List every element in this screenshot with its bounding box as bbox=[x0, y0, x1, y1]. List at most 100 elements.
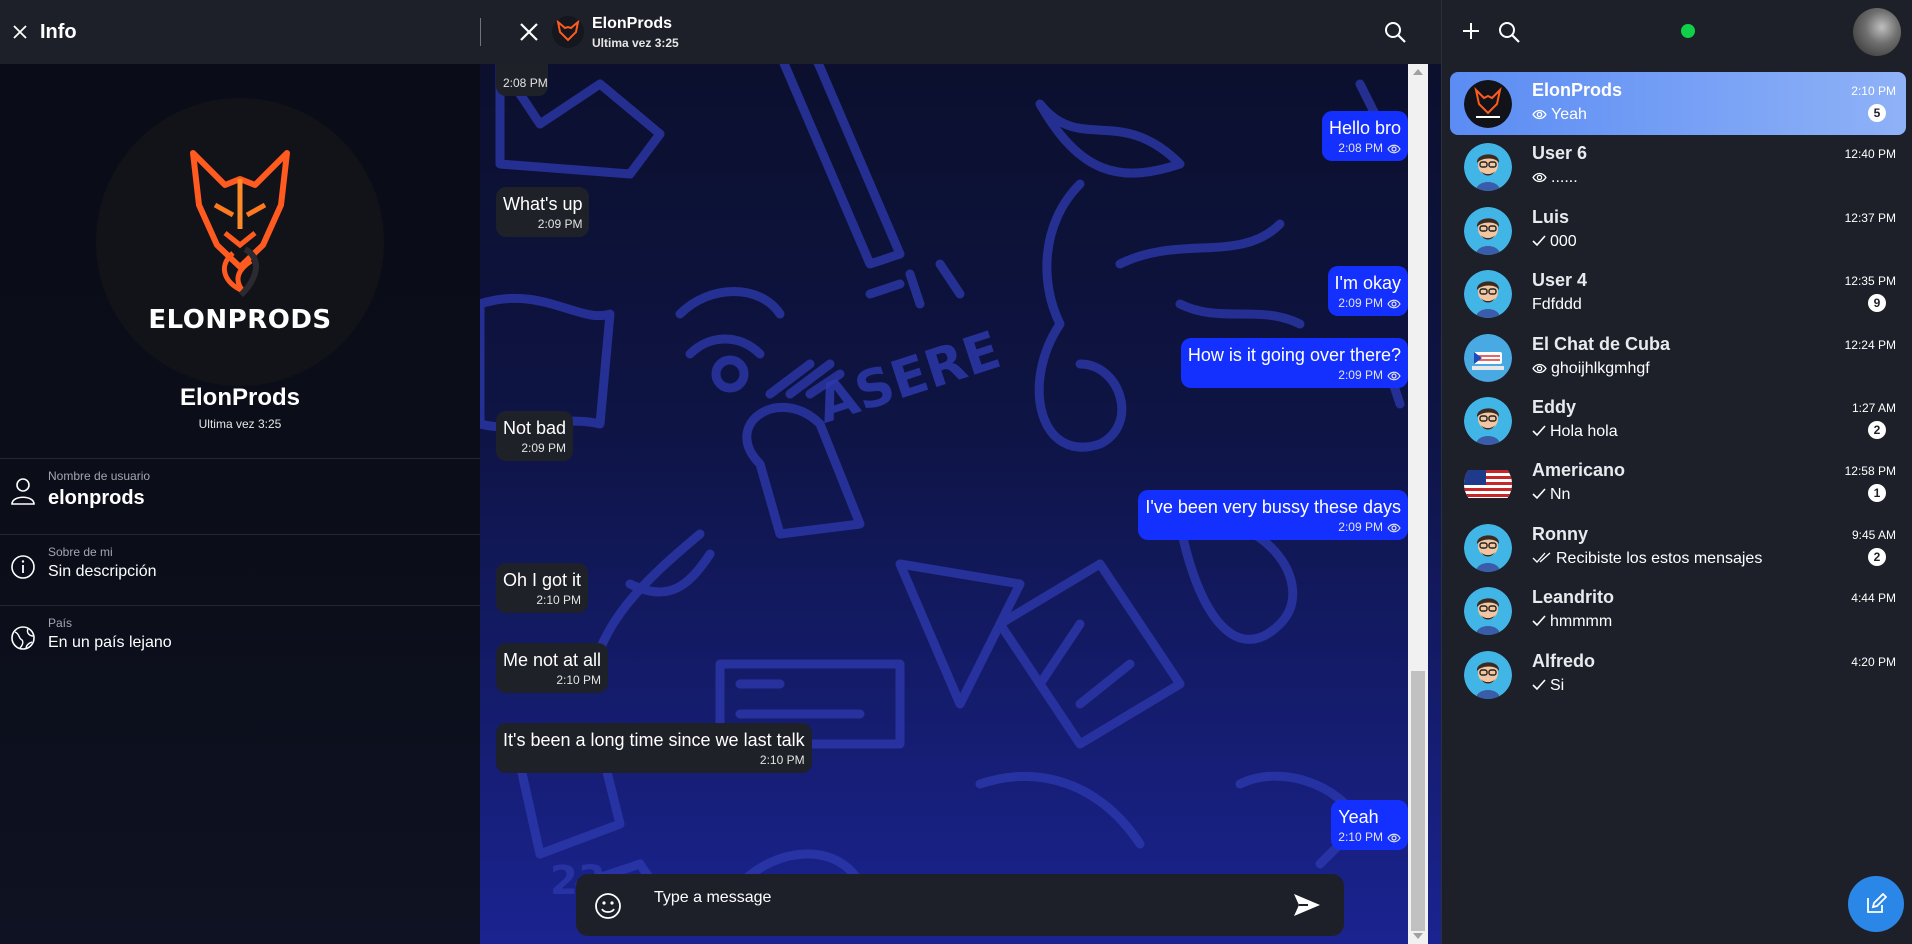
seen-eye-icon bbox=[1532, 107, 1547, 125]
contact-avatar-large[interactable]: ELONPRODS bbox=[96, 98, 384, 386]
chat-header-avatar[interactable] bbox=[552, 16, 584, 48]
messages-scrollbar[interactable] bbox=[1408, 64, 1428, 944]
contact-info-panel: Info ELONPRODS ElonProds Ultima vez 3:25… bbox=[0, 0, 480, 944]
chat-list-item[interactable]: User 6...... 12:40 PM bbox=[1450, 135, 1906, 198]
close-info-button[interactable] bbox=[0, 0, 40, 64]
chat-preview-text: 000 bbox=[1550, 232, 1577, 250]
chat-preview-text: hmmmm bbox=[1550, 613, 1613, 631]
message-outgoing[interactable]: How is it going over there? 2:09 PM bbox=[1180, 338, 1408, 388]
info-title: Info bbox=[40, 20, 77, 43]
message-time: 2:09 PM bbox=[1338, 368, 1383, 382]
message-time: 2:09 PM bbox=[521, 441, 567, 455]
message-time: 2:10 PM bbox=[536, 593, 582, 607]
check-icon bbox=[1532, 678, 1546, 696]
chat-name: Luis bbox=[1532, 206, 1570, 227]
chat-list-item[interactable]: Alfredo Si 4:20 PM bbox=[1450, 643, 1906, 706]
message-outgoing[interactable]: Yeah 2:10 PM bbox=[1331, 800, 1408, 850]
message-outgoing[interactable]: I've been very bussy these days 2:09 PM bbox=[1138, 490, 1408, 540]
unread-badge: 2 bbox=[1868, 420, 1886, 439]
double-check-icon bbox=[1532, 551, 1552, 569]
message-time: 2:09 PM bbox=[1338, 296, 1383, 310]
chat-preview: Recibiste los estos mensajes bbox=[1532, 550, 1762, 569]
info-row-value: En un país lejano bbox=[48, 634, 172, 651]
globe-icon bbox=[11, 626, 35, 650]
message-text: Oh I got it bbox=[503, 570, 582, 590]
header-divider bbox=[480, 18, 481, 46]
search-chats-button[interactable] bbox=[1497, 20, 1521, 44]
chat-list-item[interactable]: Luis 000 12:37 PM bbox=[1450, 199, 1906, 262]
group-avatar-icon bbox=[1464, 333, 1512, 382]
avatar-brand-text: ELONPRODS bbox=[148, 305, 332, 335]
message-input[interactable] bbox=[654, 886, 1214, 910]
info-row-username: Nombre de usuario elonprods bbox=[0, 458, 480, 534]
message-incoming[interactable]: Oh I got it 2:10 PM bbox=[496, 563, 589, 613]
new-chat-plus-button[interactable] bbox=[1460, 20, 1482, 42]
compose-fab-button[interactable] bbox=[1848, 876, 1904, 932]
chat-time: 12:40 PM bbox=[1844, 147, 1896, 162]
default-avatar-icon bbox=[1464, 396, 1512, 445]
chat-list-item[interactable]: ElonProds Yeah 2:10 PM 5 bbox=[1450, 72, 1906, 136]
message-composer bbox=[576, 874, 1344, 936]
message-outgoing[interactable]: I'm okay 2:09 PM bbox=[1327, 266, 1408, 316]
chat-preview-text: Fdfddd bbox=[1532, 296, 1582, 314]
chat-list-item[interactable]: Leandrito hmmmm 4:44 PM bbox=[1450, 579, 1906, 642]
message-meta: 2:09 PM bbox=[1335, 296, 1401, 310]
search-messages-button[interactable] bbox=[1383, 20, 1407, 44]
fox-logo-icon bbox=[1464, 80, 1512, 128]
scroll-up-arrow-icon[interactable] bbox=[1413, 69, 1423, 75]
chat-preview-text: ...... bbox=[1551, 169, 1578, 187]
chat-list-item[interactable]: User 4 Fdfddd 12:35 PM 9 bbox=[1450, 262, 1906, 325]
chat-avatar bbox=[1464, 396, 1512, 445]
message-incoming[interactable]: It's been a long time since we last talk… bbox=[496, 723, 812, 773]
scrollbar-thumb[interactable] bbox=[1411, 671, 1425, 931]
message-incoming[interactable]: What's up 2:09 PM bbox=[496, 187, 590, 237]
chat-preview: Fdfddd bbox=[1532, 296, 1582, 314]
chat-preview: ghoijhlkgmhgf bbox=[1532, 360, 1650, 379]
message-text: I'm okay bbox=[1334, 273, 1401, 293]
contact-last-seen: Ultima vez 3:25 bbox=[198, 417, 282, 431]
message-incoming[interactable]: Me not at all 2:10 PM bbox=[496, 643, 609, 693]
message-meta: 2:08 PM bbox=[1329, 141, 1401, 155]
info-row-country: País En un país lejano bbox=[0, 605, 480, 681]
message-time: 2:10 PM bbox=[556, 673, 602, 687]
info-icon bbox=[11, 555, 35, 579]
info-row-about: Sobre de mi Sin descripción bbox=[0, 534, 480, 610]
check-icon bbox=[1532, 234, 1546, 252]
profile-avatar[interactable] bbox=[1853, 8, 1901, 56]
seen-eye-icon bbox=[1387, 523, 1401, 533]
check-icon bbox=[1532, 424, 1546, 442]
chat-list-item[interactable]: Eddy Hola hola 1:27 AM 2 bbox=[1450, 389, 1906, 452]
default-avatar-icon bbox=[1464, 143, 1512, 192]
message-incoming[interactable]: Not bad 2:09 PM bbox=[496, 411, 574, 461]
chat-header-name[interactable]: ElonProds bbox=[592, 15, 672, 33]
emoji-button[interactable] bbox=[594, 892, 622, 920]
message-outgoing[interactable]: Hello bro 2:08 PM bbox=[1321, 111, 1408, 161]
chat-preview-text: Si bbox=[1550, 676, 1565, 694]
scroll-down-arrow-icon[interactable] bbox=[1413, 933, 1423, 939]
chat-header-last-seen: Ultima vez 3:25 bbox=[592, 36, 679, 50]
send-button[interactable] bbox=[1292, 891, 1322, 919]
close-chat-button[interactable] bbox=[517, 20, 541, 44]
chat-avatar bbox=[1464, 650, 1512, 699]
chat-list-item[interactable]: El Chat de Cuba ghoijhlkgmhgf 12:24 PM bbox=[1450, 326, 1906, 389]
message-text: Not bad bbox=[503, 418, 567, 438]
edit-icon bbox=[1867, 893, 1887, 913]
default-avatar-icon bbox=[1464, 270, 1512, 319]
default-avatar-icon bbox=[1464, 587, 1512, 636]
message-time: 2:08 PM bbox=[1338, 141, 1383, 155]
chat-avatar bbox=[1464, 270, 1512, 319]
chat-name: Americano bbox=[1532, 460, 1626, 481]
seen-eye-icon bbox=[1387, 371, 1401, 381]
chat-time: 4:44 PM bbox=[1851, 591, 1896, 606]
info-header: Info bbox=[0, 0, 480, 64]
message-time: 2:10 PM bbox=[759, 753, 805, 767]
message-text: Me not at all bbox=[503, 650, 602, 670]
chat-avatar bbox=[1464, 587, 1512, 636]
message-time: 2:08 PM bbox=[503, 76, 548, 90]
check-icon bbox=[1532, 614, 1546, 632]
message-meta: 2:09 PM bbox=[1145, 520, 1401, 534]
contact-name: ElonProds bbox=[179, 384, 300, 411]
chat-list-item[interactable]: Americano Nn 12:58 PM 1 bbox=[1450, 452, 1906, 515]
chat-list-item[interactable]: Ronny Recibiste los estos mensajes 9:45 AM… bbox=[1450, 516, 1906, 579]
message-text: What's up bbox=[503, 194, 583, 214]
